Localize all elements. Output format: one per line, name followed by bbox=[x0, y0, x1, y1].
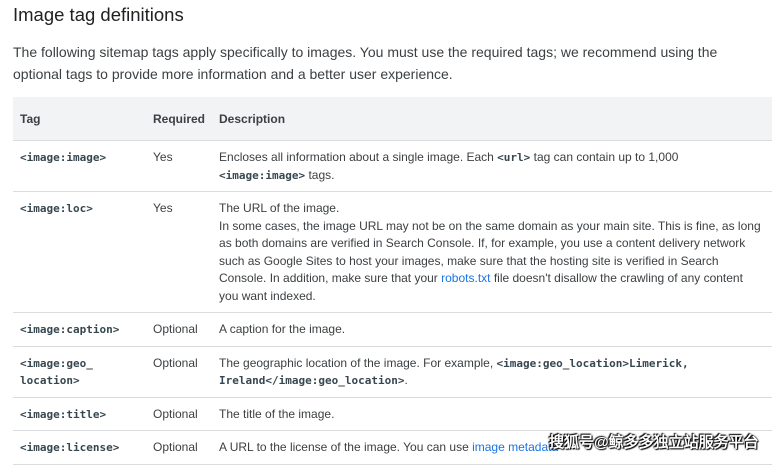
tag-cell: <image:loc> bbox=[13, 191, 146, 313]
required-cell: Optional bbox=[146, 312, 213, 347]
description-text: The geographic location of the image. Fo… bbox=[219, 355, 497, 370]
tag-cell: <image:geo_ location> bbox=[13, 346, 146, 398]
intro-paragraph: The following sitemap tags apply specifi… bbox=[13, 44, 718, 82]
description-text: . bbox=[404, 373, 408, 387]
header-description: Description bbox=[212, 97, 772, 141]
header-tag: Tag bbox=[13, 97, 146, 141]
description-text: tags. bbox=[305, 167, 335, 182]
table-row: <image:title> Optional The title of the … bbox=[13, 397, 772, 431]
tag-line: <image:geo_ bbox=[20, 356, 93, 370]
description-text: tag can contain up to 1,000 bbox=[530, 150, 679, 164]
tag-cell: <image:title> bbox=[13, 397, 146, 431]
table-header-row: Tag Required Description bbox=[13, 97, 772, 141]
table-row: <image:caption> Optional A caption for t… bbox=[13, 312, 772, 347]
required-cell: Optional bbox=[146, 346, 213, 398]
description-text: The URL of the image. bbox=[219, 201, 340, 215]
table-row: <image:loc> Yes The URL of the image. In … bbox=[13, 191, 772, 313]
table-row: <image:image> Yes Encloses all informati… bbox=[13, 140, 772, 192]
description-text: A URL to the license of the image. You c… bbox=[219, 440, 473, 454]
image-metadata-link[interactable]: image metadata bbox=[472, 440, 558, 454]
tag-cell: <image:image> bbox=[13, 140, 146, 192]
table-row: <image:geo_ location> Optional The geogra… bbox=[13, 346, 772, 398]
description-cell: Encloses all information about a single … bbox=[212, 140, 772, 192]
description-cell: The title of the image. bbox=[212, 397, 772, 431]
watermark: 搜狐号@鲸多多独立站服务平台 bbox=[549, 434, 759, 451]
required-cell: Yes bbox=[146, 140, 213, 192]
image-tag-definitions-table: Tag Required Description <image:image> Y… bbox=[13, 97, 772, 465]
inline-code: <url> bbox=[497, 151, 531, 164]
description-cell: A caption for the image. bbox=[212, 312, 772, 347]
required-cell: Optional bbox=[146, 397, 213, 431]
header-required: Required bbox=[146, 97, 213, 141]
description-cell: The geographic location of the image. Fo… bbox=[212, 346, 772, 398]
description-cell: The URL of the image. In some cases, the … bbox=[212, 191, 772, 313]
description-text: Encloses all information about a single … bbox=[219, 150, 498, 164]
required-cell: Yes bbox=[146, 191, 213, 313]
tag-line: location> bbox=[20, 374, 80, 387]
section-heading: Image tag definitions bbox=[13, 4, 184, 25]
robots-txt-link[interactable]: robots.txt bbox=[441, 271, 490, 285]
inline-code: <image:image> bbox=[219, 168, 306, 182]
tag-cell: <image:caption> bbox=[13, 312, 146, 347]
